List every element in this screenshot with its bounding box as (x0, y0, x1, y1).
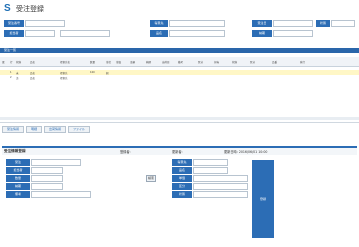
field-label-0: 受注 (6, 159, 30, 166)
filter-label-order-no: 受注番号 (4, 20, 24, 27)
tab-order-info[interactable]: 受注情報 (2, 126, 25, 133)
detail-tabs: 受注情報 明細 出荷情報 ファイル (2, 126, 91, 133)
detail-meta-creator: 登録者: (120, 150, 131, 154)
table-cell: 品名 (30, 77, 36, 80)
field-label-7: 区分 (172, 183, 192, 190)
column-header[interactable]: 得意先名 (60, 60, 70, 64)
detail-meta-updater: 更新者: (172, 150, 183, 154)
field-label-1: 得意先 (172, 159, 192, 166)
horizontal-scrollbar[interactable] (0, 117, 359, 120)
detail-title: 受注情報登録 (4, 149, 26, 153)
column-header[interactable]: 出荷日 (162, 60, 170, 64)
column-header[interactable]: 状態 (232, 60, 237, 64)
table-cell: 2 (10, 76, 12, 79)
field-value-2[interactable] (31, 167, 63, 174)
filter-panel: 受注番号 得意先 受注日 状態 担当者 品名 納期 (0, 20, 359, 48)
filter-customer-input[interactable] (169, 20, 225, 27)
field-label-8: 備考 (6, 191, 30, 198)
field-value-8[interactable] (31, 191, 91, 198)
order-grid: 選行状態 品名 得意先名 数量 単位 単価 金額 納期 出荷日 備考 区分 担当 状態 区分 品番 発行 1未… (0, 53, 359, 123)
filter-date-input[interactable] (273, 20, 313, 27)
field-label-3: 品名 (172, 167, 192, 174)
field-label-9: 状態 (172, 191, 192, 198)
field-label-4: 数量 (6, 175, 30, 182)
column-header[interactable]: 担当 (214, 60, 219, 64)
tab-shipping[interactable]: 出荷情報 (44, 126, 67, 133)
filter-range-input[interactable] (60, 30, 110, 37)
save-button[interactable]: 登録 (252, 160, 274, 238)
filter-label-customer: 得意先 (150, 20, 168, 27)
table-cell: 得意先 (60, 77, 68, 80)
column-header[interactable]: 選 (2, 60, 5, 64)
field-label-2: 担当者 (6, 167, 30, 174)
filter-item-input[interactable] (169, 30, 225, 37)
field-value-7[interactable] (193, 183, 248, 190)
field-label-5: 単価 (172, 175, 192, 182)
filter-staff-input[interactable] (25, 30, 55, 37)
filter-order-no-input[interactable] (25, 20, 65, 27)
column-header[interactable]: 備考 (178, 60, 183, 64)
column-header[interactable]: 納期 (146, 60, 151, 64)
field-value-4[interactable] (31, 175, 63, 182)
table-cell: 済 (16, 77, 19, 80)
detail-section-bar: 受注情報登録 登録者: 更新者: 更新日時: 2016/06/01 10:00 (2, 146, 357, 155)
field-value-1[interactable] (193, 159, 228, 166)
column-header[interactable]: 品名 (30, 60, 35, 64)
column-header[interactable]: 数量 (90, 60, 95, 64)
app-title: 受注登録 (16, 5, 44, 13)
filter-label-date: 受注日 (252, 20, 272, 27)
column-header[interactable]: 単位 (106, 60, 111, 64)
column-header[interactable]: 単価 (116, 60, 121, 64)
tab-details[interactable]: 明細 (26, 126, 43, 133)
column-header[interactable]: 区分 (250, 60, 255, 64)
filter-status-input[interactable] (331, 20, 355, 27)
filter-label-status: 状態 (316, 20, 330, 27)
column-header[interactable]: 行 (10, 60, 13, 64)
field-value-5[interactable] (193, 175, 248, 182)
field-value-9[interactable] (193, 191, 248, 198)
field-value-3[interactable] (193, 167, 228, 174)
filter-label-due: 納期 (252, 30, 272, 37)
column-header[interactable]: 品番 (272, 60, 277, 64)
column-header[interactable]: 金額 (130, 60, 135, 64)
column-header[interactable]: 状態 (16, 60, 21, 64)
table-cell: 1 (10, 71, 12, 74)
table-cell: 100 (90, 71, 95, 74)
grid-header: 選行状態 品名 得意先名 数量 単位 単価 金額 納期 出荷日 備考 区分 担当 状態 区分 品番 発行 (0, 57, 359, 67)
table-row[interactable]: 2 済 品名 得意先 (0, 75, 359, 80)
title-bar: S 受注登録 (0, 0, 359, 18)
field-value-0[interactable] (31, 159, 81, 166)
detail-meta-updated: 更新日時: 2016/06/01 10:00 (224, 150, 268, 154)
search-button[interactable]: 検索 (146, 175, 156, 182)
filter-label-item: 品名 (150, 30, 168, 37)
app-logo-icon: S (4, 3, 11, 14)
column-header[interactable]: 区分 (198, 60, 203, 64)
field-label-6: 納期 (6, 183, 30, 190)
tab-file[interactable]: ファイル (68, 126, 91, 133)
field-value-6[interactable] (31, 183, 63, 190)
filter-label-staff: 担当者 (4, 30, 24, 37)
column-header[interactable]: 発行 (300, 60, 305, 64)
filter-due-input[interactable] (273, 30, 313, 37)
detail-form: 受注 得意先 担当者 品名 数量 検索 単価 納期 区分 備考 状態 登録 (2, 156, 357, 241)
